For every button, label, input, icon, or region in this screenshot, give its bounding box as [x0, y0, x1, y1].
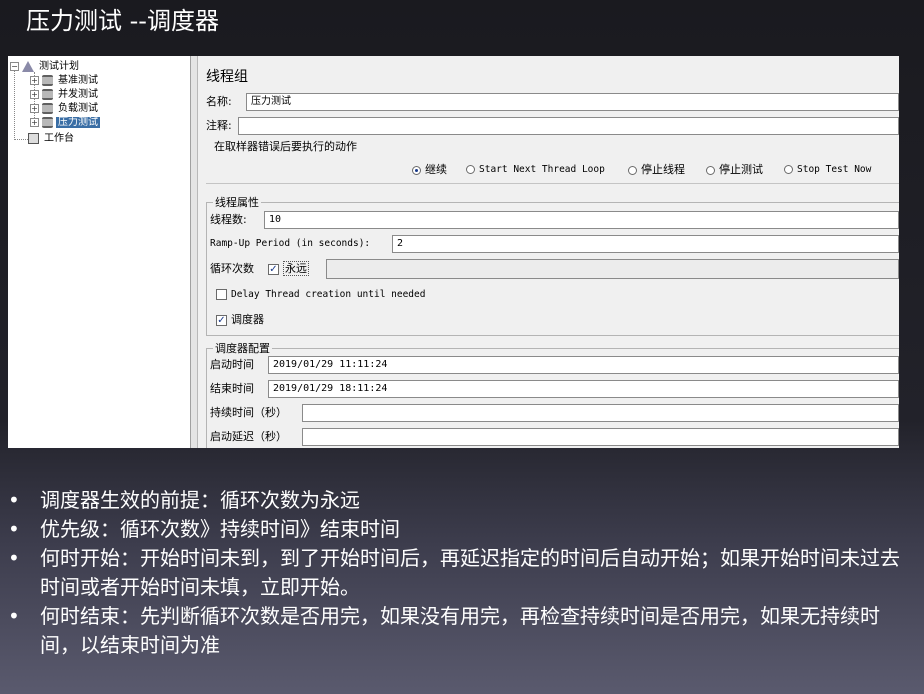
scheduler-config-title: 调度器配置 — [213, 342, 272, 356]
on-error-radio-group: 继续 Start Next Thread Loop 停止线程 停止测试 Stop… — [412, 162, 892, 178]
radio-icon — [706, 165, 715, 175]
thread-properties-title: 线程属性 — [213, 196, 261, 210]
name-label: 名称: — [206, 95, 232, 108]
on-error-group: 在取样器错误后要执行的动作 继续 Start Next Thread Loop … — [206, 140, 899, 184]
rampup-label: Ramp-Up Period (in seconds): — [210, 238, 371, 249]
thread-group-panel: 线程组 名称: 压力测试 注释: 在取样器错误后要执行的动作 继续 Start … — [198, 56, 899, 448]
panel-title: 线程组 — [206, 69, 248, 85]
rampup-input[interactable]: 2 — [392, 235, 899, 253]
tree-item-thread-group[interactable]: + 基准测试 — [30, 74, 100, 88]
radio-stop-thread[interactable]: 停止线程 — [628, 162, 685, 178]
spool-icon — [42, 74, 53, 86]
workbench-icon — [28, 132, 39, 144]
checkbox-checked-icon: ✓ — [268, 263, 279, 275]
comment-input[interactable] — [238, 117, 899, 135]
threads-label: 线程数: — [210, 213, 247, 226]
start-time-label: 启动时间 — [210, 358, 254, 371]
radio-start-next-thread-loop[interactable]: Start Next Thread Loop — [466, 162, 605, 178]
radio-continue[interactable]: 继续 — [412, 162, 447, 178]
startup-delay-input[interactable] — [302, 428, 899, 446]
loop-count-label: 循环次数 — [210, 262, 254, 275]
duration-label: 持续时间（秒） — [210, 406, 287, 419]
expand-icon[interactable]: + — [30, 117, 39, 127]
bullet-list: • 调度器生效的前提：循环次数为永远 • 优先级：循环次数》持续时间》结束时间 • 何… — [8, 486, 918, 660]
tree-item-thread-group[interactable]: + 负载测试 — [30, 102, 100, 116]
on-error-title: 在取样器错误后要执行的动作 — [214, 140, 357, 153]
tree-item-selected-thread-group[interactable]: + 压力测试 — [30, 116, 100, 130]
bullet-item: • 何时开始：开始时间未到，到了开始时间后，再延迟指定的时间后自动开始；如果开始时… — [8, 546, 900, 599]
bullet-dot-icon: • — [8, 488, 20, 512]
bullet-dot-icon: • — [8, 604, 20, 628]
bullet-item: • 优先级：循环次数》持续时间》结束时间 — [8, 515, 918, 544]
bullet-item: • 何时结束：先判断循环次数是否用完，如果没有用完，再检查持续时间是否用完，如果无… — [8, 604, 880, 657]
expand-icon[interactable]: + — [30, 103, 39, 113]
slide-title: 压力测试 --调度器 — [26, 7, 219, 35]
tree-item-test-plan[interactable]: − 测试计划 — [10, 60, 81, 74]
pane-splitter[interactable] — [191, 56, 198, 448]
radio-selected-icon — [412, 165, 421, 175]
threads-input[interactable]: 10 — [264, 211, 899, 229]
startup-delay-label: 启动延迟（秒） — [210, 430, 287, 443]
forever-checkbox[interactable]: ✓ 永远 — [268, 259, 309, 279]
radio-stop-test-now[interactable]: Stop Test Now — [784, 162, 871, 178]
radio-stop-test[interactable]: 停止测试 — [706, 162, 763, 178]
test-plan-tree: − 测试计划 + 基准测试 + 并发测试 + 负载测试 + 压力测试 工作台 — [8, 56, 191, 448]
radio-icon — [628, 165, 637, 175]
scheduler-checkbox[interactable]: ✓ 调度器 — [216, 310, 264, 330]
tree-item-workbench[interactable]: 工作台 — [28, 132, 76, 146]
delay-thread-creation-checkbox[interactable]: Delay Thread creation until needed — [216, 285, 425, 305]
spool-icon — [42, 116, 53, 128]
expand-icon[interactable]: + — [30, 75, 39, 85]
jmeter-screenshot: − 测试计划 + 基准测试 + 并发测试 + 负载测试 + 压力测试 工作台 线程组 名称… — [8, 56, 899, 448]
duration-input[interactable] — [302, 404, 899, 422]
checkbox-icon — [216, 289, 227, 300]
expand-icon[interactable]: + — [30, 89, 39, 99]
collapse-icon[interactable]: − — [10, 61, 19, 71]
spool-icon — [42, 102, 53, 114]
comment-label: 注释: — [206, 119, 232, 132]
flask-icon — [22, 60, 34, 72]
tree-item-thread-group[interactable]: + 并发测试 — [30, 88, 100, 102]
radio-icon — [466, 165, 475, 174]
checkbox-checked-icon: ✓ — [216, 314, 227, 326]
spool-icon — [42, 88, 53, 100]
end-time-label: 结束时间 — [210, 382, 254, 395]
end-time-input[interactable]: 2019/01/29 18:11:24 — [268, 380, 899, 398]
radio-icon — [784, 165, 793, 174]
bullet-dot-icon: • — [8, 546, 20, 570]
start-time-input[interactable]: 2019/01/29 11:11:24 — [268, 356, 899, 374]
name-input[interactable]: 压力测试 — [246, 93, 899, 111]
bullet-dot-icon: • — [8, 517, 20, 541]
bullet-item: • 调度器生效的前提：循环次数为永远 — [8, 486, 918, 515]
loop-count-input[interactable] — [326, 259, 899, 279]
